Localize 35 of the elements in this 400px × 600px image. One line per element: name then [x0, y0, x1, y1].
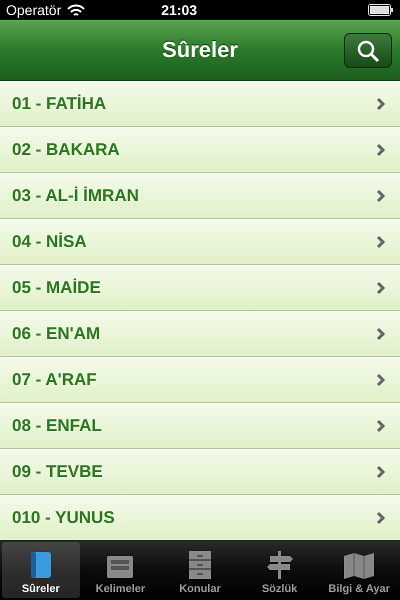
- map-icon: [343, 552, 376, 580]
- list-row[interactable]: 07 - A'RAF: [0, 357, 400, 403]
- chevron-icon: [376, 280, 386, 294]
- chevron-icon: [376, 372, 386, 386]
- chevron-icon: [376, 234, 386, 248]
- tab[interactable]: Sözlük: [240, 542, 318, 598]
- list-row[interactable]: 01 - FATİHA: [0, 81, 400, 127]
- list-row[interactable]: 03 - AL-İ İMRAN: [0, 173, 400, 219]
- tab[interactable]: Sûreler: [2, 542, 80, 598]
- tab[interactable]: Bilgi & Ayar: [320, 542, 398, 598]
- list-row[interactable]: 04 - NİSA: [0, 219, 400, 265]
- chevron-icon: [376, 188, 386, 202]
- search-icon: [356, 38, 380, 62]
- cabinet-icon: [186, 550, 213, 580]
- status-time: 21:03: [161, 2, 198, 18]
- tab[interactable]: Kelimeler: [82, 542, 160, 598]
- battery-icon: [368, 4, 394, 16]
- list-row[interactable]: 06 - EN'AM: [0, 311, 400, 357]
- list-row[interactable]: 08 - ENFAL: [0, 403, 400, 449]
- list-row[interactable]: 09 - TEVBE: [0, 449, 400, 495]
- screen-title: Sûreler: [162, 37, 238, 63]
- carrier-label: Operatör: [6, 2, 62, 18]
- chevron-icon: [376, 142, 386, 156]
- wifi-icon: [67, 4, 86, 16]
- chevron-icon: [376, 96, 386, 110]
- chevron-icon: [376, 326, 386, 340]
- list-row[interactable]: 010 - YUNUS: [0, 495, 400, 540]
- signpost-icon: [266, 550, 294, 580]
- search-button[interactable]: [344, 33, 392, 68]
- chevron-icon: [376, 464, 386, 478]
- chevron-icon: [376, 418, 386, 432]
- list-row[interactable]: 05 - MAİDE: [0, 265, 400, 311]
- list-row[interactable]: 02 - BAKARA: [0, 127, 400, 173]
- chevron-icon: [376, 510, 386, 524]
- tab[interactable]: Konular: [161, 542, 239, 598]
